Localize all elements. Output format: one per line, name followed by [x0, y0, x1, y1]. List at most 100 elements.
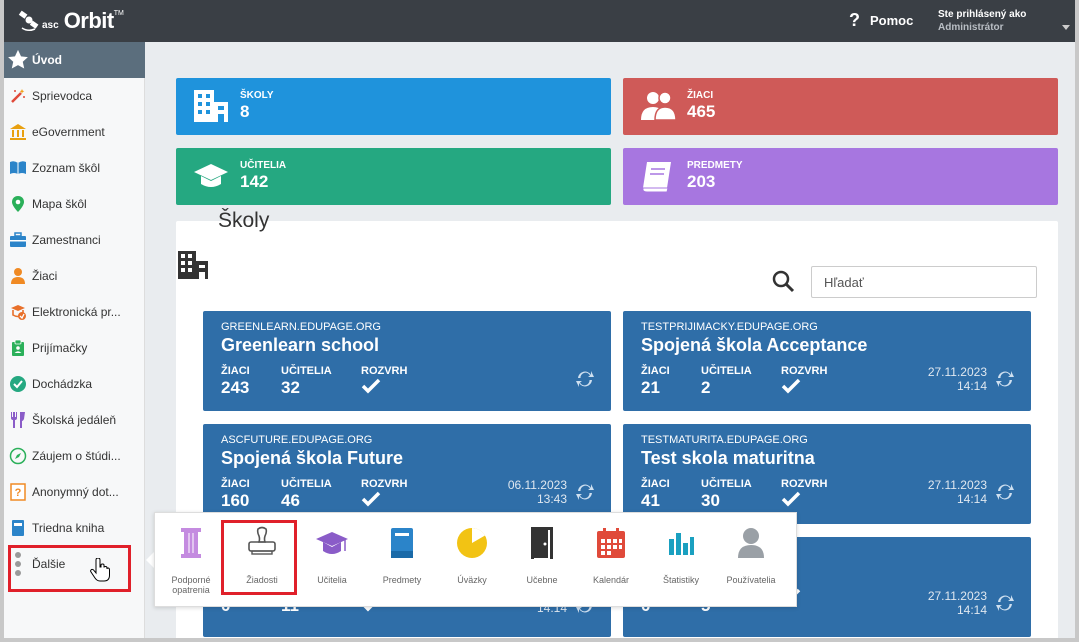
sync-icon[interactable]	[995, 482, 1015, 507]
graduation-cap-icon	[300, 523, 364, 563]
popup-item-pouzivatelia[interactable]: Používatelia	[719, 523, 783, 585]
students-count: 41	[641, 491, 660, 510]
app-logo[interactable]: asc Orbit TM	[18, 8, 124, 34]
stat-value: 465	[687, 102, 716, 121]
sync-icon[interactable]	[995, 369, 1015, 394]
sidebar-item-anonymny[interactable]: ? Anonymný dot...	[4, 474, 145, 510]
teachers-col: UČITELIA 30	[701, 478, 752, 511]
stat-label: UČITELIA	[240, 160, 287, 171]
popup-item-podporne-opatrenia[interactable]: Podporné opatrenia	[159, 523, 223, 595]
timetable-col: ROZVRH	[361, 365, 407, 399]
school-name: Test skola maturitna	[641, 448, 815, 468]
sidebar-item-label: Zamestnanci	[32, 233, 101, 247]
timetable-header: ROZVRH	[781, 478, 828, 490]
sync-icon[interactable]	[575, 369, 595, 394]
checkmark-icon	[781, 378, 827, 399]
popup-item-label: Úväzky	[457, 575, 487, 585]
pillar-icon	[159, 523, 223, 563]
sync-time: 13:43	[536, 492, 567, 506]
sidebar-item-label: Úvod	[32, 53, 62, 67]
sidebar-item-egovernment[interactable]: eGovernment	[4, 114, 145, 150]
sidebar-item-label: Záujem o štúdi...	[32, 449, 121, 463]
help-link[interactable]: ? Pomoc	[849, 10, 913, 31]
check-circle-icon	[4, 375, 32, 393]
sidebar-item-zamestnanci[interactable]: Zamestnanci	[4, 222, 145, 258]
teachers-count: 30	[701, 491, 720, 510]
sidebar-item-mapa-skol[interactable]: Mapa škôl	[4, 186, 145, 222]
svg-text:?: ?	[15, 487, 22, 499]
school-card[interactable]: ASCFUTURE.EDUPAGE.ORG Spojená škola Futu…	[203, 424, 611, 524]
sidebar-item-triedna-kniha[interactable]: Triedna kniha	[4, 510, 145, 546]
students-header: ŽIACI	[221, 478, 250, 490]
students-header: ŽIACI	[641, 478, 670, 490]
popup-item-kalendar[interactable]: Kalendár	[579, 523, 643, 585]
sync-date: 27.11.2023	[927, 589, 987, 603]
stat-card-schools[interactable]: ŠKOLY 8	[176, 78, 611, 135]
timetable-col: ROZVRH	[361, 478, 407, 512]
sidebar-item-prijimacky[interactable]: Prijímačky	[4, 330, 145, 366]
sidebar-item-label: Elektronická pr...	[32, 305, 121, 319]
popup-item-label: Predmety	[382, 575, 422, 585]
sidebar-item-ziaci[interactable]: Žiaci	[4, 258, 145, 294]
question-mark-icon: ?	[849, 10, 860, 30]
school-domain: TESTPRIJIMACKY.EDUPAGE.ORG	[641, 321, 818, 333]
teachers-header: UČITELIA	[701, 478, 752, 490]
popup-item-statistiky[interactable]: Štatistiky	[649, 523, 713, 585]
star-icon	[4, 49, 32, 71]
chevron-down-icon[interactable]	[1062, 25, 1070, 30]
sync-icon[interactable]	[995, 593, 1015, 618]
popup-item-ucitelia[interactable]: Učitelia	[300, 523, 364, 585]
school-card[interactable]: TESTMATURITA.EDUPAGE.ORG Test skola matu…	[623, 424, 1031, 524]
briefcase-icon	[4, 232, 32, 248]
magic-wand-icon	[4, 87, 32, 105]
search-input[interactable]	[811, 266, 1037, 298]
edocument-icon	[4, 303, 32, 321]
stat-value: 142	[240, 172, 269, 191]
sync-icon[interactable]	[575, 482, 595, 507]
last-sync-datetime: 27.11.2023 14:14	[928, 478, 987, 506]
timetable-header: ROZVRH	[361, 478, 408, 490]
students-header: ŽIACI	[641, 365, 670, 377]
sidebar-item-label: Triedna kniha	[32, 521, 105, 535]
school-card[interactable]: GREENLEARN.EDUPAGE.ORG Greenlearn school…	[203, 311, 611, 411]
teachers-header: UČITELIA	[281, 478, 332, 490]
stat-value: 203	[687, 172, 716, 191]
popup-item-uvazky[interactable]: Úväzky	[440, 523, 504, 585]
popup-item-label: Používatelia	[726, 575, 776, 585]
schools-title: Školy	[218, 209, 270, 232]
timetable-header: ROZVRH	[781, 365, 828, 377]
popup-item-label: Učebne	[526, 575, 558, 585]
sidebar-item-uvod[interactable]: Úvod	[4, 42, 145, 78]
sidebar-item-jedalen[interactable]: Školská jedáleň	[4, 402, 145, 438]
user-icon	[719, 523, 783, 563]
popup-item-predmety[interactable]: Predmety	[370, 523, 434, 585]
sidebar-item-zaujem[interactable]: Záujem o štúdi...	[4, 438, 145, 474]
school-card[interactable]: TESTPRIJIMACKY.EDUPAGE.ORG Spojená škola…	[623, 311, 1031, 411]
teachers-col: UČITELIA 46	[281, 478, 332, 511]
sidebar-item-dochadzka[interactable]: Dochádzka	[4, 366, 145, 402]
stat-label: ŽIACI	[687, 90, 714, 101]
stat-card-students[interactable]: ŽIACI 465	[623, 78, 1058, 135]
school-domain: GREENLEARN.EDUPAGE.ORG	[221, 321, 381, 333]
classbook-icon	[4, 519, 32, 537]
stat-card-teachers[interactable]: UČITELIA 142	[176, 148, 611, 205]
school-domain: ASCFUTURE.EDUPAGE.ORG	[221, 434, 373, 446]
sidebar-item-sprievodca[interactable]: Sprievodca	[4, 78, 145, 114]
sync-time: 14:14	[956, 603, 987, 617]
sync-time: 14:14	[956, 492, 987, 506]
popup-item-label: Štatistiky	[662, 575, 699, 585]
government-icon	[4, 123, 32, 141]
sidebar-item-zoznam-skol[interactable]: Zoznam škôl	[4, 150, 145, 186]
students-col: ŽIACI 41	[641, 478, 670, 511]
book-open-icon	[4, 160, 32, 176]
students-col: ŽIACI 21	[641, 365, 670, 398]
sidebar-item-elektronicka[interactable]: Elektronická pr...	[4, 294, 145, 330]
user-menu[interactable]: Ste prihlásený ako Administrátor	[938, 8, 1026, 34]
checkmark-icon	[361, 491, 407, 512]
question-doc-icon: ?	[4, 483, 32, 501]
teachers-count: 32	[281, 378, 300, 397]
stat-card-subjects[interactable]: PREDMETY 203	[623, 148, 1058, 205]
search-icon[interactable]	[771, 269, 795, 298]
teachers-header: UČITELIA	[281, 365, 332, 377]
popup-item-ucebne[interactable]: Učebne	[510, 523, 574, 585]
